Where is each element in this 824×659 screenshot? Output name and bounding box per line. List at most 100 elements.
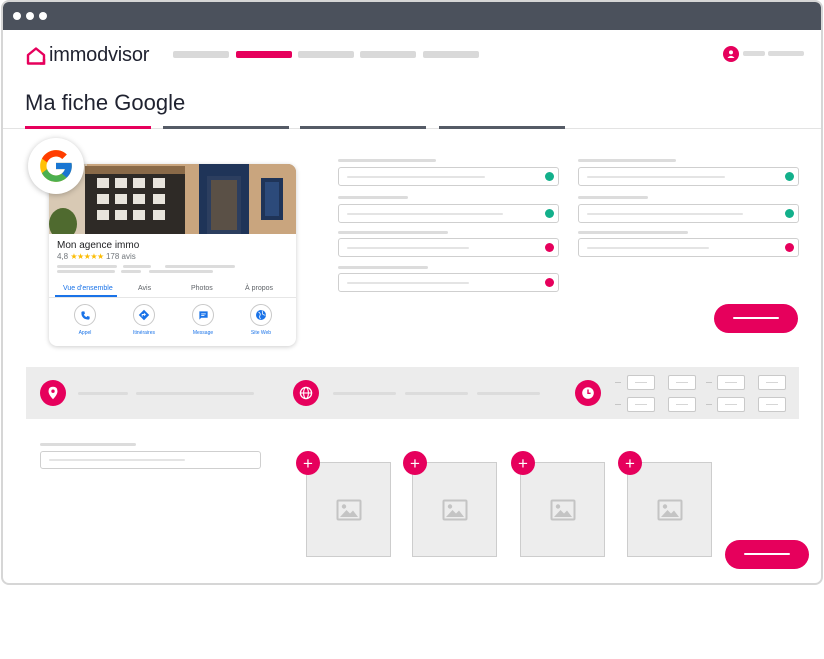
website-placeholder — [405, 392, 468, 395]
rating-line: 4,8 ★★★★★ 178 avis — [57, 252, 136, 261]
location-pin-icon — [40, 380, 66, 406]
globe-icon — [293, 380, 319, 406]
hours-field[interactable] — [717, 375, 745, 390]
description-label-placeholder — [40, 443, 136, 446]
user-avatar-icon[interactable] — [723, 46, 739, 62]
nav-item-5[interactable] — [423, 51, 479, 58]
hours-value-placeholder — [676, 404, 688, 405]
brand-logo[interactable]: immodvisor — [25, 44, 149, 67]
hours-field[interactable] — [627, 375, 655, 390]
add-photo-button[interactable]: + — [618, 451, 642, 475]
action-message-label: Message — [192, 330, 214, 336]
window-dot-close[interactable] — [13, 12, 21, 20]
nav-item-1[interactable] — [173, 51, 229, 58]
image-placeholder-icon — [442, 499, 468, 521]
page-title: Ma fiche Google — [25, 90, 186, 115]
error-x-icon — [545, 278, 554, 287]
nav-item-2-active[interactable] — [236, 51, 292, 58]
button-label-placeholder — [733, 317, 779, 319]
hours-field[interactable] — [668, 397, 696, 412]
check-valid-icon — [545, 209, 554, 218]
form-field-7[interactable] — [338, 273, 559, 292]
field-label-placeholder — [578, 231, 688, 234]
action-directions[interactable]: Itinéraires — [122, 304, 166, 336]
card-tab-overview[interactable]: Vue d'ensemble — [63, 285, 113, 292]
info-line — [123, 265, 151, 268]
action-website-label: Site Web — [250, 330, 272, 336]
hours-separator — [706, 404, 712, 405]
window-dot-minimize[interactable] — [26, 12, 34, 20]
photo-slot-2[interactable] — [412, 462, 497, 557]
hours-value-placeholder — [766, 382, 778, 383]
user-name-placeholder — [743, 51, 765, 56]
action-directions-label: Itinéraires — [133, 330, 155, 336]
tab-4[interactable] — [439, 126, 565, 129]
card-tab-about[interactable]: À propos — [245, 285, 273, 292]
tab-3[interactable] — [300, 126, 426, 129]
hours-field[interactable] — [758, 375, 786, 390]
field-value-placeholder — [587, 213, 743, 215]
hours-field[interactable] — [668, 375, 696, 390]
field-label-placeholder — [578, 159, 676, 162]
form-field-5[interactable] — [338, 238, 559, 257]
hours-value-placeholder — [635, 382, 647, 383]
google-business-card: Mon agence immo 4,8 ★★★★★ 178 avis Vue d… — [49, 164, 296, 346]
info-line — [165, 265, 235, 268]
field-label-placeholder — [338, 231, 448, 234]
error-x-icon — [785, 243, 794, 252]
address-placeholder — [78, 392, 128, 395]
add-photo-button[interactable]: + — [403, 451, 427, 475]
address-placeholder — [136, 392, 254, 395]
add-photo-button[interactable]: + — [511, 451, 535, 475]
phone-icon — [74, 304, 96, 326]
tab-2[interactable] — [163, 126, 289, 129]
card-tabs-divider — [49, 297, 296, 298]
info-line — [149, 270, 213, 273]
clock-icon — [575, 380, 601, 406]
hours-field[interactable] — [717, 397, 745, 412]
form-field-4[interactable] — [578, 204, 799, 223]
description-input[interactable] — [40, 451, 261, 469]
storefront-photo — [49, 164, 296, 234]
action-call[interactable]: Appel — [63, 304, 107, 336]
action-website[interactable]: Site Web — [239, 304, 283, 336]
card-tab-reviews[interactable]: Avis — [138, 285, 151, 292]
error-x-icon — [545, 243, 554, 252]
field-value-placeholder — [347, 282, 469, 284]
agency-name: Mon agence immo — [57, 240, 140, 251]
photo-slot-3[interactable] — [520, 462, 605, 557]
form-field-2[interactable] — [578, 167, 799, 186]
action-message[interactable]: Message — [181, 304, 225, 336]
message-icon — [192, 304, 214, 326]
submit-button[interactable] — [725, 540, 809, 569]
button-label-placeholder — [744, 553, 790, 555]
browser-window: immodvisor Ma fiche Google Mon agence im… — [1, 0, 823, 585]
field-value-placeholder — [587, 176, 725, 178]
field-value-placeholder — [587, 247, 709, 249]
nav-item-3[interactable] — [298, 51, 354, 58]
tab-1-active[interactable] — [25, 126, 151, 129]
photo-slot-1[interactable] — [306, 462, 391, 557]
info-line — [57, 270, 115, 273]
hours-field[interactable] — [758, 397, 786, 412]
hours-value-placeholder — [725, 382, 737, 383]
photo-slot-4[interactable] — [627, 462, 712, 557]
hours-field[interactable] — [627, 397, 655, 412]
review-count: 178 avis — [105, 252, 136, 261]
check-valid-icon — [785, 172, 794, 181]
save-button[interactable] — [714, 304, 798, 333]
hours-value-placeholder — [676, 382, 688, 383]
globe-icon — [250, 304, 272, 326]
rating-value: 4,8 — [57, 252, 69, 261]
card-tab-photos[interactable]: Photos — [191, 285, 213, 292]
form-field-1[interactable] — [338, 167, 559, 186]
hours-separator — [615, 404, 621, 405]
hours-value-placeholder — [725, 404, 737, 405]
form-field-6[interactable] — [578, 238, 799, 257]
field-label-placeholder — [338, 159, 436, 162]
nav-item-4[interactable] — [360, 51, 416, 58]
window-dot-maximize[interactable] — [39, 12, 47, 20]
field-value-placeholder — [347, 247, 469, 249]
add-photo-button[interactable]: + — [296, 451, 320, 475]
form-field-3[interactable] — [338, 204, 559, 223]
